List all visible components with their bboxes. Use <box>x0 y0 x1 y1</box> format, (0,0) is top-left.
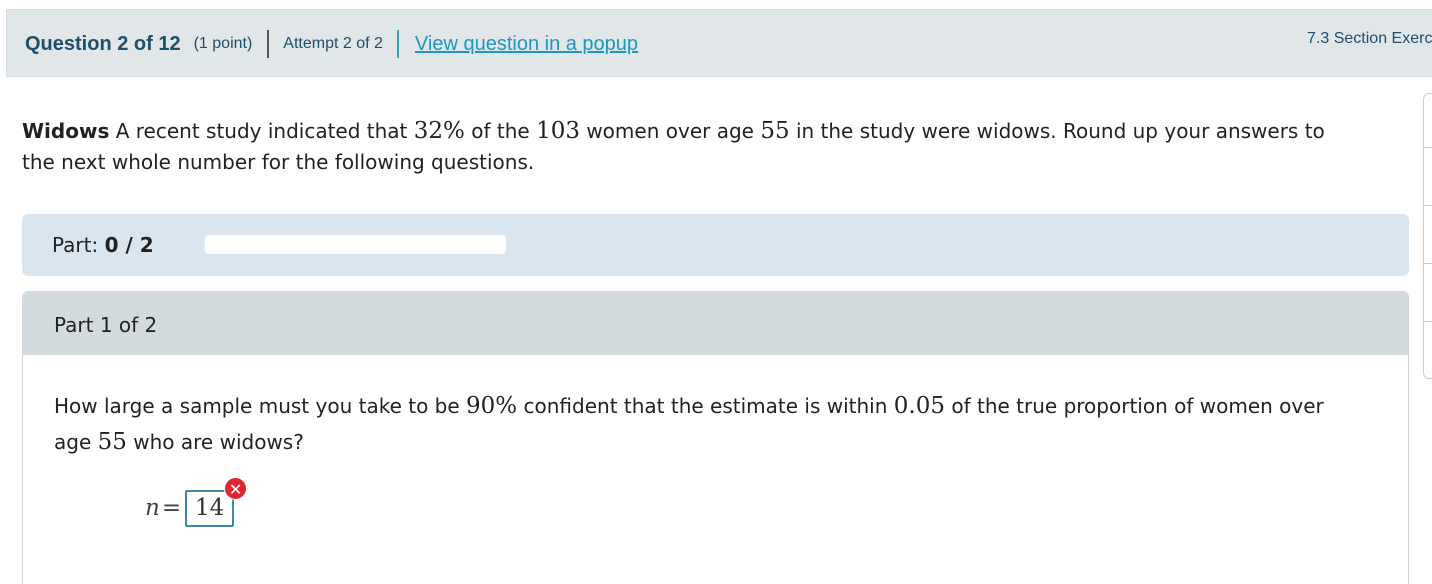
part-score: Part: 0 / 2 <box>52 233 154 257</box>
part-score-label: Part: <box>52 233 105 257</box>
problem-text: of the <box>464 119 537 143</box>
math-value: 0.05 <box>893 393 945 419</box>
side-tab-divider <box>1424 321 1432 322</box>
answer-equals: = <box>161 495 182 521</box>
math-value: 55 <box>97 429 127 455</box>
section-label: 7.3 Section Exerci <box>1307 30 1432 47</box>
math-value: 32% <box>413 118 465 144</box>
answer-value: 14 <box>194 494 225 521</box>
attempt-counter: Attempt 2 of 2 <box>283 35 383 52</box>
header-row: Question 2 of 12 (1 point) Attempt 2 of … <box>25 29 638 59</box>
answer-variable: n <box>145 495 160 521</box>
answer-row: n = 14 ✕ <box>145 476 248 528</box>
part-1-title: Part 1 of 2 <box>54 313 158 337</box>
view-popup-link[interactable]: View question in a popup <box>415 33 638 56</box>
part-progress-bar: Part: 0 / 2 <box>22 214 1409 276</box>
question-text: who are widows? <box>126 430 304 454</box>
problem-title: Widows <box>22 119 110 143</box>
math-value: 103 <box>536 118 580 144</box>
progress-track <box>205 235 506 254</box>
math-value: 90% <box>466 393 518 419</box>
side-tab-divider <box>1424 147 1432 148</box>
answer-input[interactable]: 14 ✕ <box>185 476 248 527</box>
math-value: 55 <box>760 118 790 144</box>
header-divider <box>396 30 399 58</box>
problem-statement: Widows A recent study indicated that 32%… <box>22 116 1342 178</box>
problem-text: A recent study indicated that <box>109 119 414 143</box>
question-text: confident that the estimate is within <box>517 394 894 418</box>
part-1-header: Part 1 of 2 <box>23 292 1408 355</box>
question-header: Question 2 of 12 (1 point) Attempt 2 of … <box>6 9 1432 77</box>
question-text: How large a sample must you take to be <box>54 394 467 418</box>
incorrect-x-icon: ✕ <box>224 476 248 500</box>
side-panel-tab[interactable] <box>1423 93 1432 379</box>
problem-text: women over age <box>579 119 761 143</box>
question-points: (1 point) <box>193 35 253 52</box>
header-divider <box>267 30 270 58</box>
part-1-panel: Part 1 of 2 How large a sample must you … <box>22 291 1409 584</box>
question-title: Question 2 of 12 <box>25 32 181 55</box>
part-1-question: How large a sample must you take to be 9… <box>54 388 1354 460</box>
side-tab-divider <box>1424 263 1432 264</box>
side-tab-divider <box>1424 205 1432 206</box>
part-score-value: 0 / 2 <box>104 233 154 257</box>
